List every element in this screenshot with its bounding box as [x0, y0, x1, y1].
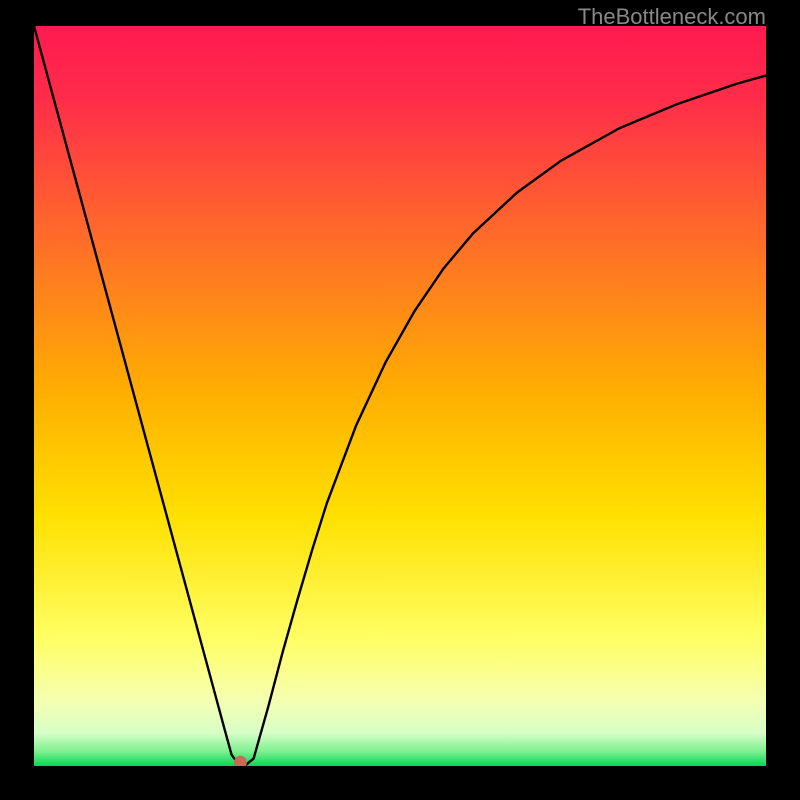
chart-frame	[34, 26, 766, 766]
watermark-text: TheBottleneck.com	[578, 4, 766, 30]
bottleneck-chart	[34, 26, 766, 766]
gradient-background	[34, 26, 766, 766]
